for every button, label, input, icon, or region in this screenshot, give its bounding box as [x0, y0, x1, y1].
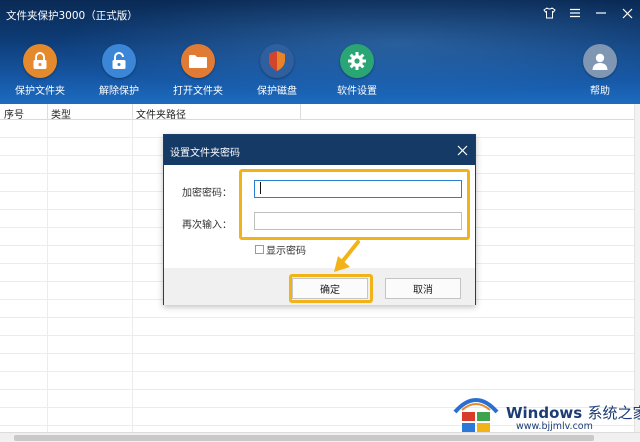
column-path[interactable]: 文件夹路径	[136, 106, 186, 121]
windows-logo-icon	[453, 398, 499, 432]
close-icon[interactable]	[620, 6, 634, 20]
protect-disk-label: 保护磁盘	[257, 86, 297, 97]
vertical-scrollbar[interactable]	[634, 104, 640, 432]
help-button[interactable]: 帮助	[565, 44, 635, 97]
column-divider[interactable]	[132, 104, 133, 120]
open-folder-label: 打开文件夹	[173, 86, 223, 97]
column-divider[interactable]	[47, 104, 48, 120]
show-password-label[interactable]: 显示密码	[266, 242, 306, 257]
watermark-brand-en: Windows	[506, 404, 583, 422]
arrow-icon	[334, 240, 360, 272]
watermark-brand-cn: 系统之家	[587, 404, 640, 422]
inputs-highlight	[239, 169, 470, 240]
grid-line	[132, 120, 133, 432]
watermark-url: www.bjjmlv.com	[516, 421, 593, 432]
protect-folder-button[interactable]: 保护文件夹	[5, 44, 75, 97]
dialog-title: 设置文件夹密码	[170, 148, 240, 159]
watermark-brand: Windows 系统之家	[506, 402, 640, 423]
confirm-password-label: 再次输入：	[182, 220, 232, 231]
unprotect-button[interactable]: 解除保护	[84, 44, 154, 97]
grid-line	[47, 120, 48, 432]
minimize-icon[interactable]	[594, 6, 608, 20]
column-index[interactable]: 序号	[4, 106, 24, 121]
show-password-checkbox[interactable]	[255, 245, 264, 254]
show-password-row[interactable]: 显示密码	[255, 242, 306, 257]
column-divider[interactable]	[300, 104, 301, 120]
dialog-titlebar: 设置文件夹密码	[164, 135, 475, 165]
unprotect-label: 解除保护	[99, 86, 139, 97]
user-help-icon	[583, 44, 617, 78]
shield-icon	[260, 44, 294, 78]
column-type[interactable]: 类型	[51, 106, 71, 121]
software-settings-label: 软件设置	[337, 86, 377, 97]
cancel-button[interactable]: 取消	[385, 278, 461, 299]
gear-icon	[340, 44, 374, 78]
skin-shirt-icon[interactable]	[542, 6, 556, 20]
app-header: 文件夹保护3000（正式版） 保护文件夹 解除保护 打开文件夹 保护磁盘 软件设…	[0, 0, 640, 104]
password-label: 加密密码：	[182, 188, 232, 199]
open-folder-button[interactable]: 打开文件夹	[163, 44, 233, 97]
lock-icon	[23, 44, 57, 78]
dialog-close-icon[interactable]	[455, 143, 469, 157]
table-header: 序号 类型 文件夹路径	[0, 104, 634, 121]
protect-folder-label: 保护文件夹	[15, 86, 65, 97]
ok-button-highlight	[289, 274, 373, 303]
app-title: 文件夹保护3000（正式版）	[6, 10, 138, 22]
protect-disk-button[interactable]: 保护磁盘	[242, 44, 312, 97]
unlock-icon	[102, 44, 136, 78]
menu-icon[interactable]	[568, 6, 582, 20]
window-controls	[542, 6, 634, 20]
help-label: 帮助	[590, 86, 610, 97]
watermark: Windows 系统之家 www.bjjmlv.com	[450, 388, 640, 436]
software-settings-button[interactable]: 软件设置	[322, 44, 392, 97]
folder-icon	[181, 44, 215, 78]
